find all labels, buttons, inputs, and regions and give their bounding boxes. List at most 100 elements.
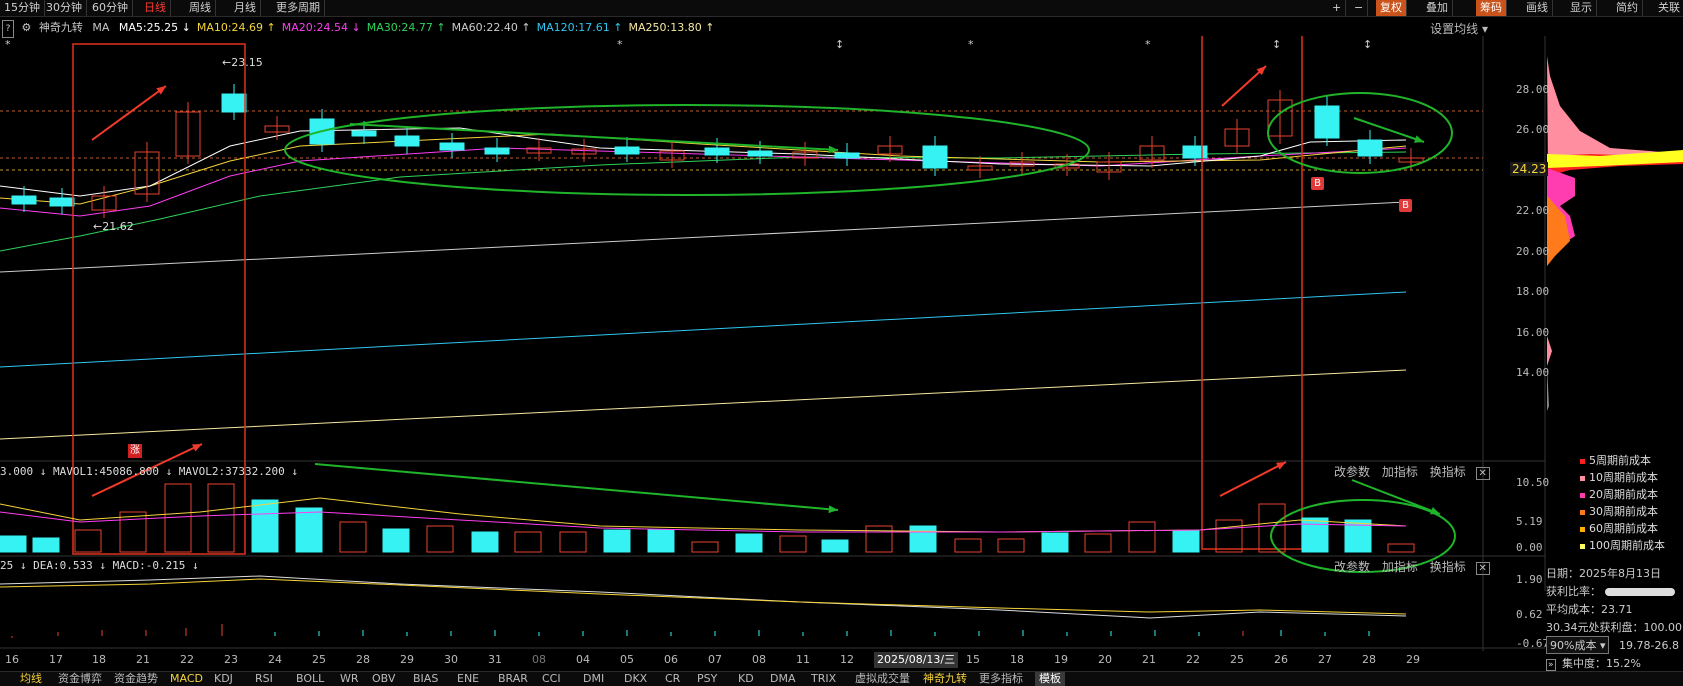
- macd-add-indicator[interactable]: 加指标: [1382, 560, 1418, 574]
- indicator-tab[interactable]: CR: [665, 672, 680, 686]
- vol-panel-controls: 改参数 加指标 换指标 ✕: [1334, 463, 1490, 480]
- indicator-tab[interactable]: 均线: [20, 672, 42, 686]
- indicator-tab[interactable]: OBV: [372, 672, 395, 686]
- vol-change-params[interactable]: 改参数: [1334, 465, 1370, 479]
- indicator-tab[interactable]: 资金趋势: [114, 672, 158, 686]
- indicator-tab[interactable]: RSI: [255, 672, 273, 686]
- vol-switch-indicator[interactable]: 换指标: [1430, 465, 1466, 479]
- x-axis-label: 21: [136, 653, 150, 666]
- indicator-tab[interactable]: BIAS: [413, 672, 438, 686]
- volume-bar: [603, 529, 631, 553]
- x-axis-label: 18: [92, 653, 106, 666]
- rise-arrow: [91, 85, 167, 141]
- indicator-tab[interactable]: BOLL: [296, 672, 324, 686]
- period-15min-button[interactable]: 15分钟: [0, 0, 45, 16]
- marker-star-icon: *: [1145, 38, 1151, 51]
- overlay-button[interactable]: 叠加: [1422, 0, 1453, 16]
- macd-switch-indicator[interactable]: 换指标: [1430, 560, 1466, 574]
- trend-arrow: [1351, 479, 1441, 515]
- ma120-line: [0, 291, 1407, 368]
- ma250-line: [0, 369, 1407, 440]
- indicator-tab[interactable]: ENE: [457, 672, 479, 686]
- volume-bar: [909, 525, 937, 553]
- candle-body: [221, 93, 247, 113]
- volume-bar: [997, 538, 1025, 553]
- candle-body: [351, 130, 377, 137]
- x-axis-label: 20: [1098, 653, 1112, 666]
- indicator-tab[interactable]: PSY: [697, 672, 717, 686]
- simple-button[interactable]: 简约: [1612, 0, 1643, 16]
- period-60min-button[interactable]: 60分钟: [88, 0, 133, 16]
- period-more-button[interactable]: 更多周期: [272, 0, 325, 16]
- candle-body: [922, 145, 948, 169]
- display-button[interactable]: 显示: [1566, 0, 1597, 16]
- chip-legend-item: 5周期前成本: [1580, 452, 1651, 468]
- vol-add-indicator[interactable]: 加指标: [1382, 465, 1418, 479]
- indicator-tab[interactable]: 资金博弈: [58, 672, 102, 686]
- period-week-button[interactable]: 周线: [185, 0, 216, 16]
- volume-axis-label: 10.50: [1516, 476, 1550, 489]
- ma-label: MA: [92, 21, 110, 34]
- adjust-button[interactable]: 复权: [1376, 0, 1407, 16]
- chip-legend-item: 30周期前成本: [1580, 503, 1658, 519]
- relate-button[interactable]: 关联: [1654, 0, 1683, 16]
- period-day-button[interactable]: 日线: [140, 0, 171, 16]
- legend-swatch-icon: [1580, 492, 1585, 498]
- volume-bar: [207, 483, 235, 553]
- close-icon[interactable]: ✕: [1475, 562, 1490, 575]
- indicator-tab[interactable]: MACD: [170, 672, 203, 686]
- macd-change-params[interactable]: 改参数: [1334, 560, 1370, 574]
- ma60-line: [0, 201, 1407, 273]
- legend-swatch-icon: [1580, 526, 1585, 532]
- indicator-tab[interactable]: KD: [738, 672, 754, 686]
- x-axis-label: 11: [796, 653, 810, 666]
- ma-value-3: MA30:24.77 ↑: [366, 21, 446, 34]
- indicator-tab[interactable]: KDJ: [214, 672, 233, 686]
- close-icon[interactable]: ✕: [1475, 467, 1490, 480]
- volume-bar: [32, 537, 60, 553]
- period-month-button[interactable]: 月线: [230, 0, 261, 16]
- trend-ellipse: [1267, 92, 1453, 174]
- set-ma-button[interactable]: 设置均线 ▾: [1430, 20, 1488, 37]
- indicator-tabs: 均线 资金博弈 资金趋势 MACD KDJ RSI BOLL WR OBV BIAS ENE BRAR…: [0, 671, 1683, 686]
- x-axis-label: 17: [49, 653, 63, 666]
- candle-body: [747, 150, 773, 157]
- indicator-tab[interactable]: DMA: [770, 672, 796, 686]
- indicator-tab[interactable]: DMI: [583, 672, 604, 686]
- chip-distribution-shape: [1547, 336, 1552, 366]
- chip-date: 日期：2025年8月13日: [1546, 567, 1661, 580]
- mavol2-line: [0, 511, 1407, 533]
- settings-gear-icon[interactable]: ⚙: [22, 21, 32, 34]
- buy-signal-badge: B: [1399, 199, 1412, 212]
- macd-axis-label: 1.90: [1516, 573, 1543, 586]
- period-30min-button[interactable]: 30分钟: [42, 0, 87, 16]
- volume-axis-label: 5.19: [1516, 515, 1543, 528]
- chips-button[interactable]: 筹码: [1476, 0, 1507, 16]
- volume-bar: [1301, 517, 1329, 553]
- legend-swatch-icon: [1580, 475, 1585, 481]
- indicator-tab[interactable]: 神奇九转: [923, 672, 967, 686]
- zoom-out-button[interactable]: −: [1350, 0, 1369, 16]
- zoom-in-button[interactable]: +: [1328, 0, 1347, 16]
- indicator-tab[interactable]: BRAR: [498, 672, 528, 686]
- indicator-tab[interactable]: 模板: [1035, 672, 1065, 686]
- indicator-tab[interactable]: 更多指标: [979, 672, 1023, 686]
- expand-icon[interactable]: »: [1546, 659, 1556, 671]
- indicator-tab[interactable]: DKX: [624, 672, 647, 686]
- current-price-label: 24.23: [1510, 162, 1549, 176]
- volume-indicator-header: 3.000 ↓ MAVOL1:45086.800 ↓ MAVOL2:37332.…: [0, 465, 299, 478]
- indicator-tab[interactable]: TRIX: [811, 672, 836, 686]
- indicator-title: 神奇九转: [38, 21, 83, 34]
- volume-bar: [779, 535, 807, 553]
- cost-percent-select[interactable]: 90%成本 ▾: [1546, 636, 1610, 654]
- draw-button[interactable]: 画线: [1522, 0, 1553, 16]
- dea-line: [0, 578, 1407, 615]
- legend-swatch-icon: [1580, 509, 1585, 515]
- indicator-tab[interactable]: 虚拟成交量: [855, 672, 910, 686]
- volume-bar: [647, 529, 675, 553]
- ma-value-6: MA250:13.80 ↑: [628, 21, 715, 34]
- volume-bar: [735, 533, 763, 553]
- indicator-tab[interactable]: WR: [340, 672, 359, 686]
- indicator-tab[interactable]: CCI: [542, 672, 561, 686]
- rise-arrow-head: [156, 86, 166, 95]
